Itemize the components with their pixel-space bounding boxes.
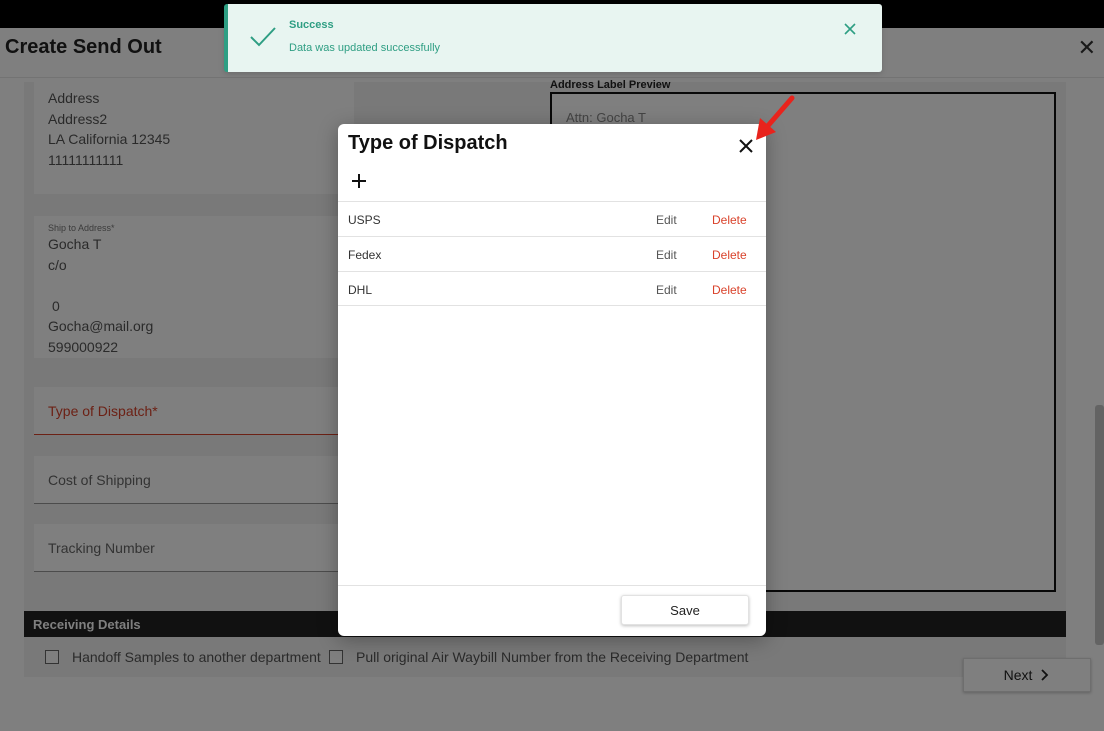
modal-footer: Save (338, 585, 766, 636)
delete-link[interactable]: Delete (712, 213, 747, 227)
edit-link[interactable]: Edit (656, 283, 677, 297)
check-icon (250, 27, 276, 47)
toast-message: Data was updated successfully (289, 42, 441, 54)
edit-link[interactable]: Edit (656, 248, 677, 262)
plus-icon[interactable] (350, 172, 368, 190)
toast-title: Success (289, 19, 334, 31)
modal-title: Type of Dispatch (348, 132, 508, 154)
list-item: DHL Edit Delete (338, 271, 766, 306)
dispatch-name: DHL (348, 283, 373, 297)
type-of-dispatch-modal: Type of Dispatch USPS Edit Delete Fedex … (338, 124, 766, 636)
list-item: USPS Edit Delete (338, 201, 766, 236)
edit-link[interactable]: Edit (656, 213, 677, 227)
delete-link[interactable]: Delete (712, 248, 747, 262)
dispatch-list: USPS Edit Delete Fedex Edit Delete DHL E… (338, 201, 766, 306)
save-button[interactable]: Save (621, 595, 749, 625)
success-toast: Success Data was updated successfully (224, 4, 882, 72)
toast-close-icon[interactable] (842, 21, 858, 37)
delete-link[interactable]: Delete (712, 283, 747, 297)
dispatch-name: Fedex (348, 248, 382, 262)
arrow-annotation-icon (756, 95, 795, 140)
dispatch-name: USPS (348, 213, 381, 227)
list-item: Fedex Edit Delete (338, 236, 766, 271)
